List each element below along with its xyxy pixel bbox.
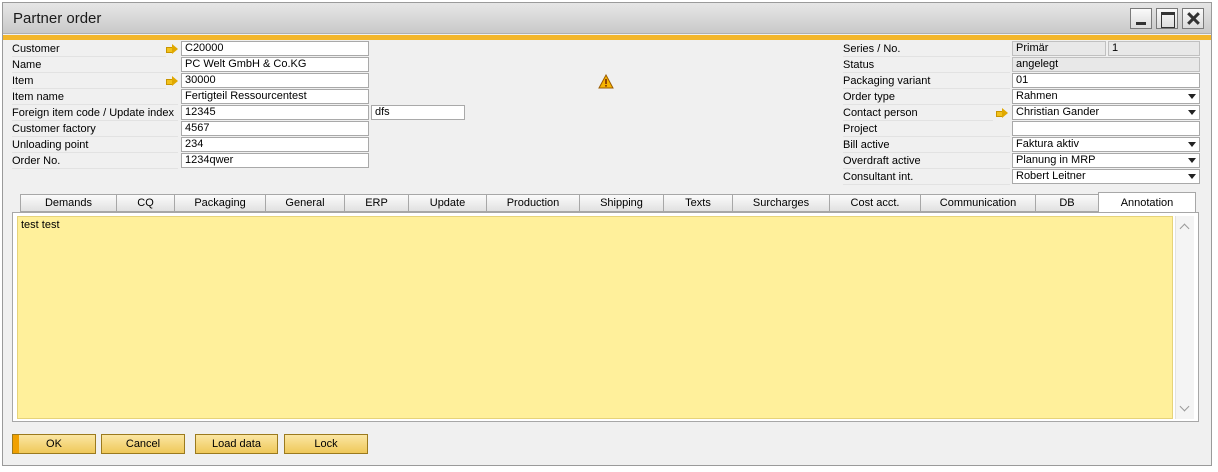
- consultant-int-select[interactable]: Robert Leitner: [1012, 169, 1200, 184]
- chevron-down-icon[interactable]: [1188, 110, 1196, 115]
- cancel-button[interactable]: Cancel: [101, 434, 185, 454]
- item-name-field[interactable]: Fertigteil Ressourcentest: [181, 89, 369, 104]
- tab-db[interactable]: DB: [1035, 194, 1099, 212]
- accent-bar: [3, 35, 1211, 40]
- unloading-point-label: Unloading point: [12, 137, 178, 153]
- order-type-value: Rahmen: [1016, 90, 1058, 102]
- tab-general[interactable]: General: [265, 194, 345, 212]
- foreign-item-code-label: Foreign item code / Update index: [12, 105, 178, 121]
- order-no-field[interactable]: 1234qwer: [181, 153, 369, 168]
- doc-number-field: 1: [1108, 41, 1200, 56]
- customer-factory-field[interactable]: 4567: [181, 121, 369, 136]
- series-no-label: Series / No.: [843, 41, 1010, 57]
- consultant-int-value: Robert Leitner: [1016, 170, 1086, 182]
- item-field[interactable]: 30000: [181, 73, 369, 88]
- tab-packaging[interactable]: Packaging: [174, 194, 266, 212]
- contact-person-link-arrow-icon[interactable]: [996, 108, 1008, 118]
- chevron-down-icon[interactable]: [1188, 94, 1196, 99]
- ok-button[interactable]: OK: [12, 434, 96, 454]
- annotation-textarea[interactable]: test test: [17, 216, 1173, 419]
- item-label: Item: [12, 73, 166, 89]
- overdraft-active-label: Overdraft active: [843, 153, 1010, 169]
- contact-person-value: Christian Gander: [1016, 106, 1100, 118]
- customer-field[interactable]: C20000: [181, 41, 369, 56]
- contact-person-label: Contact person: [843, 105, 993, 121]
- tab-surcharges[interactable]: Surcharges: [732, 194, 830, 212]
- update-index-field[interactable]: dfs: [371, 105, 465, 120]
- tab-cost-acct[interactable]: Cost acct.: [829, 194, 921, 212]
- item-link-arrow-icon[interactable]: [166, 76, 178, 86]
- maximize-icon[interactable]: [1156, 8, 1178, 29]
- order-type-label: Order type: [843, 89, 1010, 105]
- order-type-select[interactable]: Rahmen: [1012, 89, 1200, 104]
- tab-annotation[interactable]: Annotation: [1098, 192, 1196, 213]
- tab-production[interactable]: Production: [486, 194, 580, 212]
- unloading-point-field[interactable]: 234: [181, 137, 369, 152]
- chevron-down-icon[interactable]: [1188, 174, 1196, 179]
- project-label: Project: [843, 121, 1010, 137]
- series-field: Primär: [1012, 41, 1106, 56]
- bill-active-value: Faktura aktiv: [1016, 138, 1079, 150]
- name-field[interactable]: PC Welt GmbH & Co.KG: [181, 57, 369, 72]
- title-bar[interactable]: Partner order: [3, 3, 1211, 34]
- annotation-scrollbar[interactable]: [1175, 216, 1194, 419]
- overdraft-active-value: Planung in MRP: [1016, 154, 1096, 166]
- scroll-up-icon[interactable]: [1180, 222, 1190, 232]
- window-title: Partner order: [13, 10, 102, 27]
- minimize-icon[interactable]: [1130, 8, 1152, 29]
- name-label: Name: [12, 57, 178, 73]
- overdraft-active-select[interactable]: Planung in MRP: [1012, 153, 1200, 168]
- item-name-label: Item name: [12, 89, 178, 105]
- tab-demands[interactable]: Demands: [20, 194, 117, 212]
- contact-person-select[interactable]: Christian Gander: [1012, 105, 1200, 120]
- tab-erp[interactable]: ERP: [344, 194, 409, 212]
- tab-texts[interactable]: Texts: [663, 194, 733, 212]
- order-no-label: Order No.: [12, 153, 178, 169]
- tab-communication[interactable]: Communication: [920, 194, 1036, 212]
- customer-link-arrow-icon[interactable]: [166, 44, 178, 54]
- tab-shipping[interactable]: Shipping: [579, 194, 664, 212]
- warning-icon[interactable]: [598, 74, 614, 89]
- chevron-down-icon[interactable]: [1188, 142, 1196, 147]
- consultant-int-label: Consultant int.: [843, 169, 1010, 185]
- bill-active-label: Bill active: [843, 137, 1010, 153]
- annotation-panel: test test: [12, 212, 1199, 422]
- status-label: Status: [843, 57, 1010, 73]
- status-field: angelegt: [1012, 57, 1200, 72]
- lock-button[interactable]: Lock: [284, 434, 368, 454]
- close-icon[interactable]: [1182, 8, 1204, 29]
- packaging-variant-field[interactable]: 01: [1012, 73, 1200, 88]
- tab-cq[interactable]: CQ: [116, 194, 175, 212]
- foreign-item-code-field[interactable]: 12345: [181, 105, 369, 120]
- project-field[interactable]: [1012, 121, 1200, 136]
- bill-active-select[interactable]: Faktura aktiv: [1012, 137, 1200, 152]
- packaging-variant-label: Packaging variant: [843, 73, 1010, 89]
- scroll-down-icon[interactable]: [1180, 403, 1190, 413]
- load-data-button[interactable]: Load data: [195, 434, 278, 454]
- chevron-down-icon[interactable]: [1188, 158, 1196, 163]
- tab-update[interactable]: Update: [408, 194, 487, 212]
- customer-label: Customer: [12, 41, 166, 57]
- customer-factory-label: Customer factory: [12, 121, 178, 137]
